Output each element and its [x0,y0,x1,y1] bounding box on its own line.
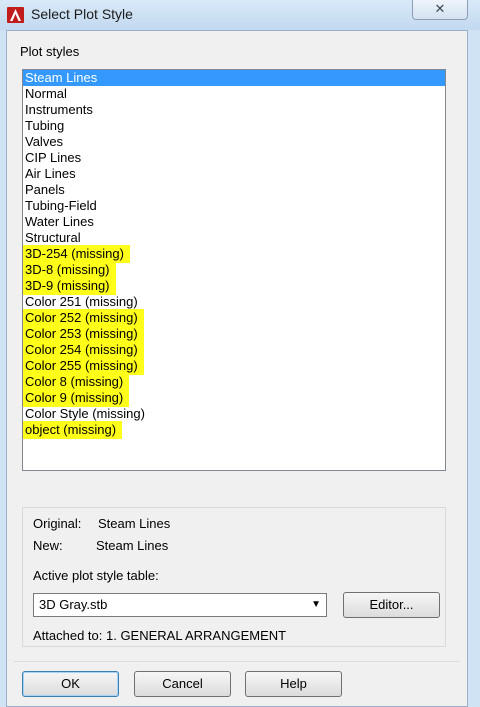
list-item-label: Tubing-Field [25,198,97,213]
help-button-label: Help [280,676,307,691]
list-item-label: Tubing [25,118,65,133]
list-item-label: object (missing) [25,422,117,437]
list-item[interactable]: CIP Lines [23,150,445,166]
list-item-label: Water Lines [25,214,94,229]
list-item-label: Color 8 (missing) [25,374,124,389]
ok-button-label: OK [61,676,80,691]
list-item-label: Color Style (missing) [25,406,145,421]
list-item[interactable]: Color 255 (missing) [23,357,445,375]
list-item[interactable]: Air Lines [23,166,445,182]
cancel-button[interactable]: Cancel [134,671,231,697]
list-item-label: Color 9 (missing) [25,390,124,405]
list-item[interactable]: Steam Lines [23,70,445,86]
title-bar[interactable]: Select Plot Style ✕ [0,0,480,30]
help-button[interactable]: Help [245,671,342,697]
list-item[interactable]: Color 9 (missing) [23,389,445,407]
close-button[interactable]: ✕ [412,0,468,20]
list-item-label: Color 254 (missing) [25,342,138,357]
list-item-label: 3D-254 (missing) [25,246,124,261]
autocad-app-icon [7,7,24,23]
original-label: Original: [33,516,82,531]
dialog-body: Plot styles Steam Lines Normal Instruments… [6,30,468,707]
list-item-label: Panels [25,182,65,197]
list-item[interactable]: object (missing) [23,421,445,439]
list-item[interactable]: Color 252 (missing) [23,309,445,327]
list-item-label: Valves [25,134,64,149]
list-item-label: Air Lines [25,166,76,181]
original-value: Steam Lines [98,516,171,531]
editor-button[interactable]: Editor... [343,592,440,618]
list-item[interactable]: Water Lines [23,214,445,230]
list-item[interactable]: Tubing [23,118,445,134]
list-item[interactable]: Panels [23,182,445,198]
list-item-label: 3D-9 (missing) [25,278,110,293]
window-title: Select Plot Style [31,6,133,22]
list-item-label: Color 255 (missing) [25,358,138,373]
list-item-label: Color 251 (missing) [25,294,138,309]
list-item-label: Color 252 (missing) [25,310,138,325]
cancel-button-label: Cancel [162,676,203,691]
close-icon: ✕ [434,1,446,16]
new-value: Steam Lines [96,538,169,553]
list-item[interactable]: 3D-8 (missing) [23,261,445,279]
list-item-label: Steam Lines [25,70,98,85]
list-item[interactable]: Color 8 (missing) [23,373,445,391]
list-item[interactable]: Tubing-Field [23,198,445,214]
list-item[interactable]: Color Style (missing) [23,406,445,422]
dropdown-arrow-icon[interactable]: ▼ [311,594,321,616]
list-item[interactable]: Color 251 (missing) [23,294,445,310]
attached-to-label: Attached to: 1. GENERAL ARRANGEMENT [33,628,287,643]
list-item[interactable]: Structural [23,230,445,246]
list-item[interactable]: 3D-9 (missing) [23,277,445,295]
list-item-label: Color 253 (missing) [25,326,138,341]
list-item[interactable]: Normal [23,86,445,102]
plot-style-table-value: 3D Gray.stb [39,597,108,612]
list-item[interactable]: Instruments [23,102,445,118]
list-item[interactable]: Valves [23,134,445,150]
plot-styles-list[interactable]: Steam Lines Normal Instruments Tubing Valves… [22,69,446,471]
list-item-label: CIP Lines [25,150,82,165]
new-label: New: [33,538,63,553]
list-item[interactable]: Color 253 (missing) [23,325,445,343]
ok-button[interactable]: OK [22,671,119,697]
active-table-label: Active plot style table: [33,568,159,583]
list-item-label: Instruments [25,102,93,117]
plot-styles-label: Plot styles [20,44,80,59]
list-item-label: Normal [25,86,67,101]
list-item[interactable]: 3D-254 (missing) [23,245,445,263]
editor-button-label: Editor... [369,597,414,612]
list-item[interactable]: Color 254 (missing) [23,341,445,359]
footer-separator [14,661,460,662]
plot-style-table-dropdown[interactable]: 3D Gray.stb ▼ [33,593,327,617]
list-item-label: 3D-8 (missing) [25,262,110,277]
list-item-label: Structural [25,230,81,245]
